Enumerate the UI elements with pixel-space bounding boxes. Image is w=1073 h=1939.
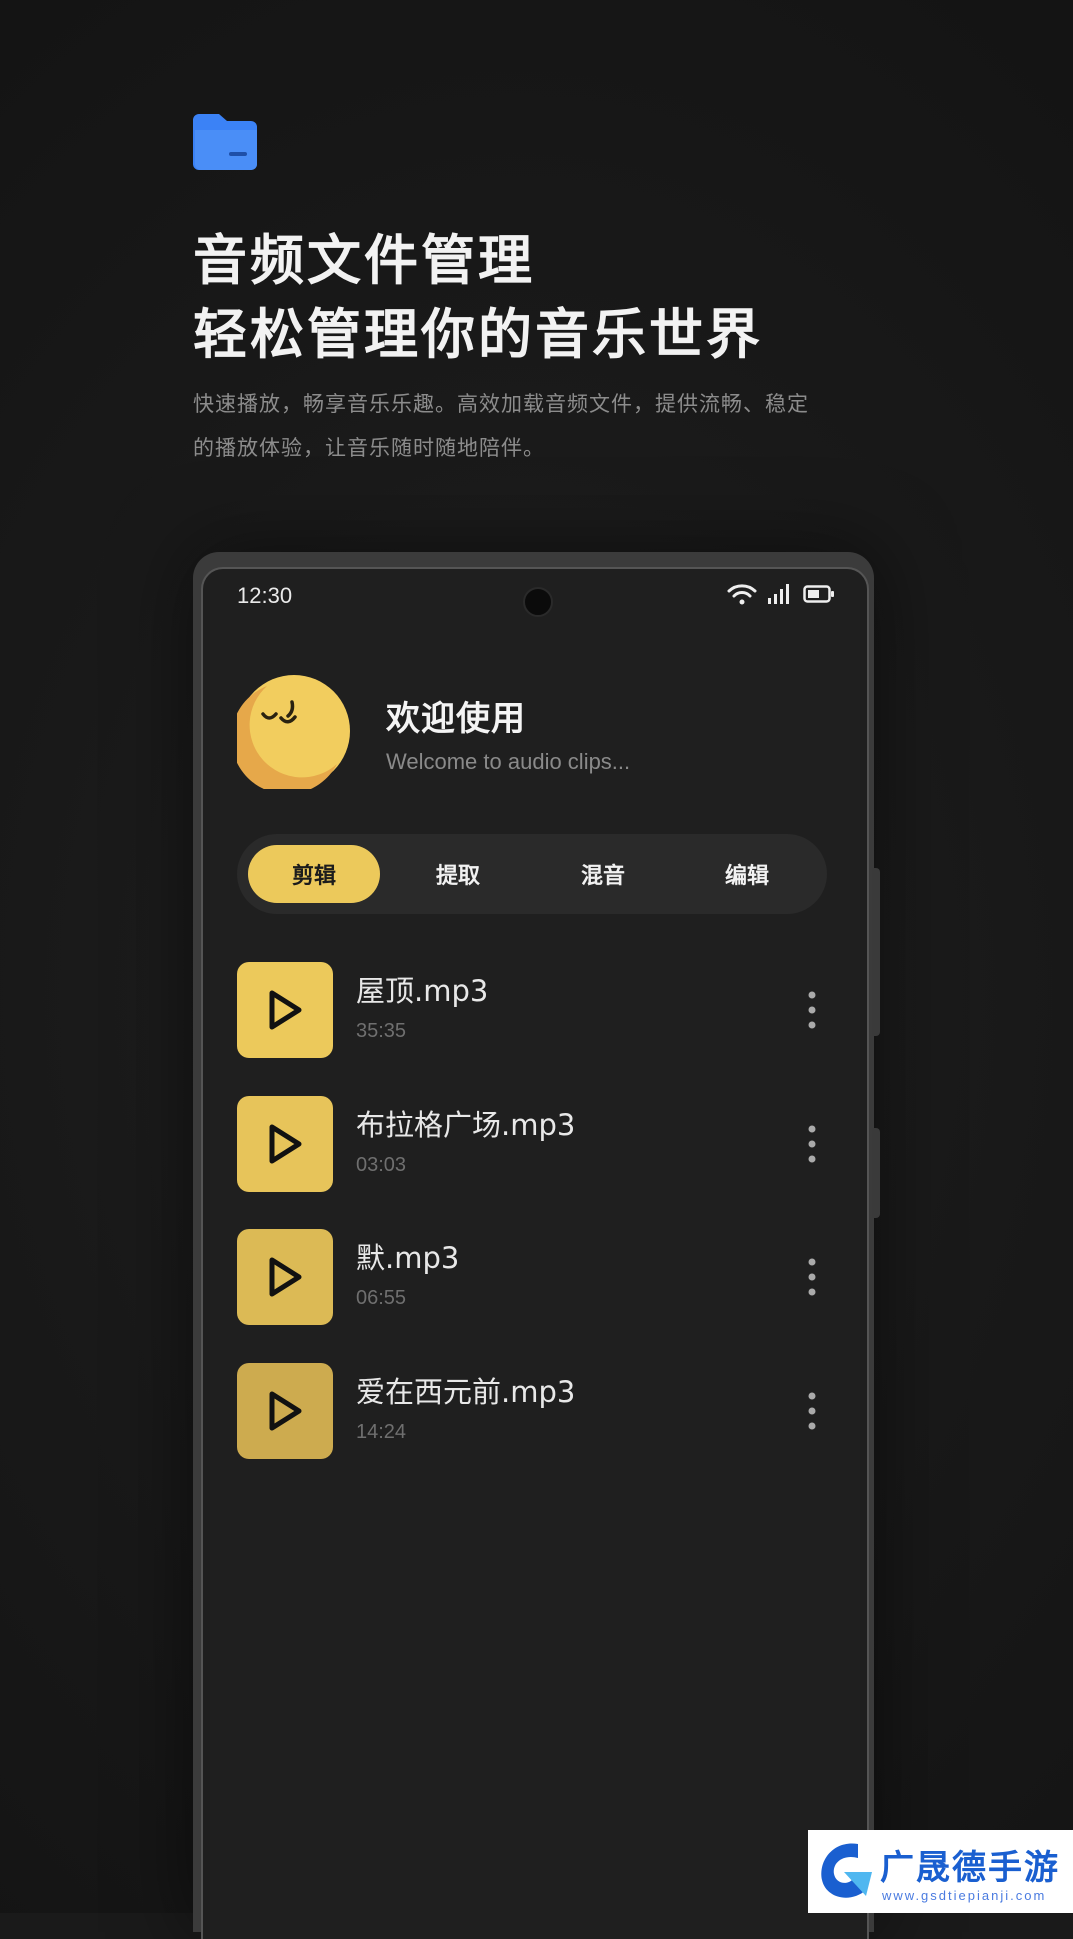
signal-icon (768, 584, 789, 604)
watermark-logo: 广晟德手游 www.gsdtiepianji.com (808, 1830, 1073, 1913)
welcome-title: 欢迎使用 (386, 699, 526, 739)
more-options-icon[interactable] (807, 990, 817, 1030)
more-options-icon[interactable] (807, 1124, 817, 1164)
track-item[interactable]: 爱在西元前.mp3 14:24 (237, 1363, 817, 1459)
watermark-url: www.gsdtiepianji.com (882, 1888, 1047, 1903)
play-button[interactable] (237, 962, 333, 1058)
brand-logo-icon (821, 1843, 872, 1898)
promo-description-line1: 快速播放，畅享音乐乐趣。高效加载音频文件，提供流畅、稳定 (193, 392, 809, 416)
function-tabs: 剪辑 提取 混音 编辑 (237, 834, 827, 914)
tab-edit[interactable]: 编辑 (681, 845, 813, 903)
phone-screen: 12:30 欢迎使用 Welcome to audio clips... 剪辑 … (201, 567, 869, 1939)
track-item[interactable]: 布拉格广场.mp3 03:03 (237, 1096, 817, 1192)
track-duration: 14:24 (356, 1421, 407, 1443)
more-options-icon[interactable] (807, 1391, 817, 1431)
phone-power-button (872, 1128, 880, 1218)
promo-title-line2: 轻松管理你的音乐世界 (193, 303, 763, 366)
track-duration: 03:03 (356, 1154, 407, 1176)
play-icon (269, 1391, 302, 1431)
play-icon (269, 1257, 302, 1297)
promo-headline: 音频文件管理 轻松管理你的音乐世界 (193, 224, 763, 372)
tab-extract[interactable]: 提取 (392, 845, 524, 903)
play-icon (269, 1124, 302, 1164)
status-time: 12:30 (237, 583, 293, 608)
track-name: 默.mp3 (356, 1241, 460, 1275)
play-button[interactable] (237, 1096, 333, 1192)
tab-clip[interactable]: 剪辑 (248, 845, 380, 903)
watermark-brand: 广晟德手游 (880, 1848, 1060, 1888)
status-bar: 12:30 (203, 569, 867, 629)
track-item[interactable]: 默.mp3 06:55 (237, 1229, 817, 1325)
promo-description-line2: 的播放体验，让音乐随时随地陪伴。 (193, 436, 545, 460)
front-camera (523, 587, 553, 617)
welcome-subtitle: Welcome to audio clips... (386, 749, 631, 774)
promo-description: 快速播放，畅享音乐乐趣。高效加载音频文件，提供流畅、稳定 的播放体验，让音乐随时… (193, 382, 883, 470)
wifi-icon (727, 584, 757, 605)
track-duration: 06:55 (356, 1287, 407, 1309)
more-options-icon[interactable] (807, 1257, 817, 1297)
track-item[interactable]: 屋顶.mp3 35:35 (237, 962, 817, 1058)
play-button[interactable] (237, 1363, 333, 1459)
track-name: 布拉格广场.mp3 (356, 1108, 576, 1142)
status-icons (727, 583, 835, 605)
play-button[interactable] (237, 1229, 333, 1325)
promo-title-line1: 音频文件管理 (193, 229, 535, 292)
battery-icon (803, 585, 834, 603)
moon-avatar-icon (237, 675, 350, 789)
tab-mix[interactable]: 混音 (537, 845, 669, 903)
play-icon (269, 990, 302, 1030)
track-duration: 35:35 (356, 1020, 407, 1042)
track-name: 屋顶.mp3 (356, 974, 489, 1008)
phone-volume-button (872, 868, 880, 1036)
track-name: 爱在西元前.mp3 (356, 1375, 576, 1409)
folder-icon (193, 114, 257, 170)
